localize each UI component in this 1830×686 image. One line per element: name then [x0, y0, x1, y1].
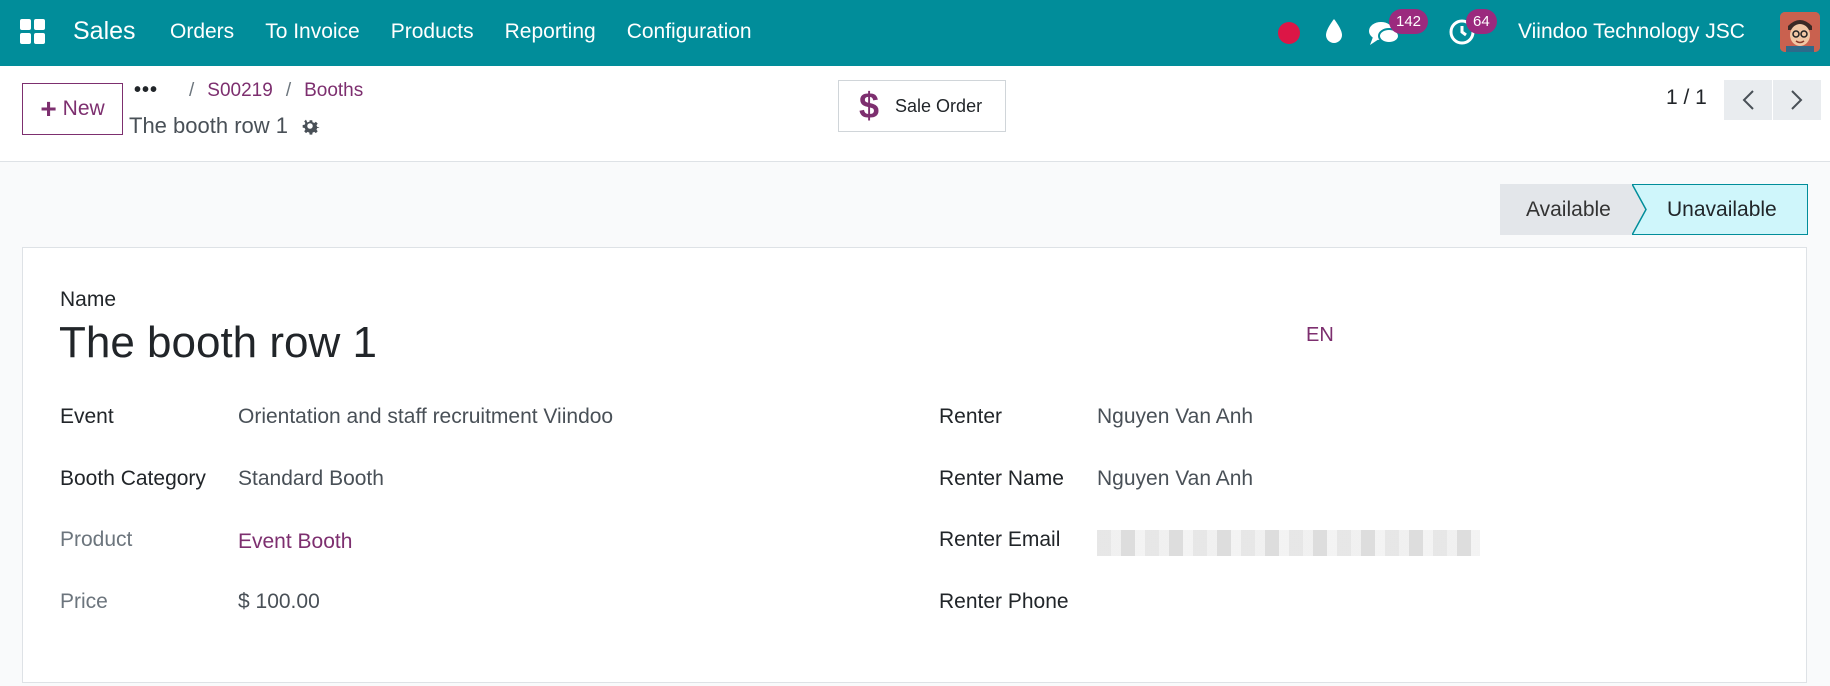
- renter-field[interactable]: Nguyen Van Anh: [1097, 405, 1253, 429]
- menu-item-reporting[interactable]: Reporting: [505, 20, 596, 44]
- renter-email-label: Renter Email: [939, 528, 1061, 551]
- record-title-text: The booth row 1: [129, 113, 288, 138]
- pager-next-button[interactable]: [1773, 80, 1821, 120]
- renter-email-field[interactable]: [1097, 530, 1480, 556]
- user-avatar[interactable]: [1780, 12, 1820, 52]
- menu-item-products[interactable]: Products: [391, 20, 474, 44]
- record-title: The booth row 1: [129, 113, 321, 139]
- sale-order-smart-button[interactable]: $ Sale Order: [838, 80, 1006, 132]
- renter-label: Renter: [939, 405, 1003, 428]
- top-navbar: Sales Orders To Invoice Products Reporti…: [0, 0, 1830, 66]
- event-label: Event: [60, 405, 114, 428]
- stage-unavailable[interactable]: Unavailable: [1634, 184, 1808, 235]
- pager-previous-button[interactable]: [1724, 80, 1772, 120]
- breadcrumb-booths[interactable]: Booths: [304, 80, 363, 102]
- product-link[interactable]: Event Booth: [238, 530, 352, 554]
- main-menu: Orders To Invoice Products Reporting Con…: [170, 20, 783, 44]
- new-button[interactable]: + New: [22, 83, 123, 135]
- name-label: Name: [60, 288, 117, 311]
- company-switcher[interactable]: Viindoo Technology JSC: [1518, 20, 1745, 44]
- renter-phone-field[interactable]: [1097, 590, 1477, 616]
- form-sheet: Name The booth row 1 EN Event Orientatio…: [22, 247, 1807, 683]
- chevron-right-icon: [1791, 90, 1803, 110]
- menu-item-to-invoice[interactable]: To Invoice: [265, 20, 360, 44]
- language-button[interactable]: EN: [1306, 324, 1334, 347]
- menu-item-orders[interactable]: Orders: [170, 20, 234, 44]
- breadcrumb: ••• / S00219 / Booths: [134, 79, 363, 102]
- chevron-left-icon: [1742, 90, 1754, 110]
- new-button-label: New: [62, 97, 105, 120]
- event-field[interactable]: Orientation and staff recruitment Viindo…: [238, 405, 613, 429]
- dollar-icon: $: [859, 85, 880, 126]
- renter-name-field[interactable]: Nguyen Van Anh: [1097, 467, 1253, 491]
- pager-value[interactable]: 1 / 1: [1666, 86, 1707, 110]
- chat-count-badge: 142: [1389, 9, 1429, 34]
- breadcrumb-separator: /: [189, 79, 195, 101]
- smart-button-label: Sale Order: [895, 95, 983, 116]
- stage-available[interactable]: Available: [1500, 184, 1634, 235]
- booth-category-label: Booth Category: [60, 467, 206, 490]
- drop-icon[interactable]: [1322, 17, 1346, 45]
- gear-icon[interactable]: [299, 115, 321, 137]
- name-field[interactable]: The booth row 1: [59, 318, 377, 368]
- recording-icon[interactable]: [1278, 22, 1300, 44]
- activity-count-badge: 64: [1466, 9, 1497, 34]
- renter-name-label: Renter Name: [939, 467, 1064, 490]
- price-label: Price: [60, 590, 108, 613]
- price-field: $ 100.00: [238, 590, 320, 613]
- booth-category-field[interactable]: Standard Booth: [238, 467, 384, 491]
- menu-item-configuration[interactable]: Configuration: [627, 20, 752, 44]
- control-panel: + New ••• / S00219 / Booths The booth ro…: [0, 66, 1830, 162]
- apps-menu-icon[interactable]: [20, 19, 45, 44]
- plus-icon: +: [40, 93, 57, 124]
- product-label: Product: [60, 528, 133, 551]
- breadcrumb-more-icon[interactable]: •••: [134, 79, 158, 102]
- stage-arrow-icon: [1632, 184, 1658, 235]
- renter-phone-label: Renter Phone: [939, 590, 1069, 613]
- breadcrumb-sale-order[interactable]: S00219: [207, 80, 273, 102]
- app-brand[interactable]: Sales: [73, 17, 136, 46]
- breadcrumb-separator: /: [285, 79, 292, 101]
